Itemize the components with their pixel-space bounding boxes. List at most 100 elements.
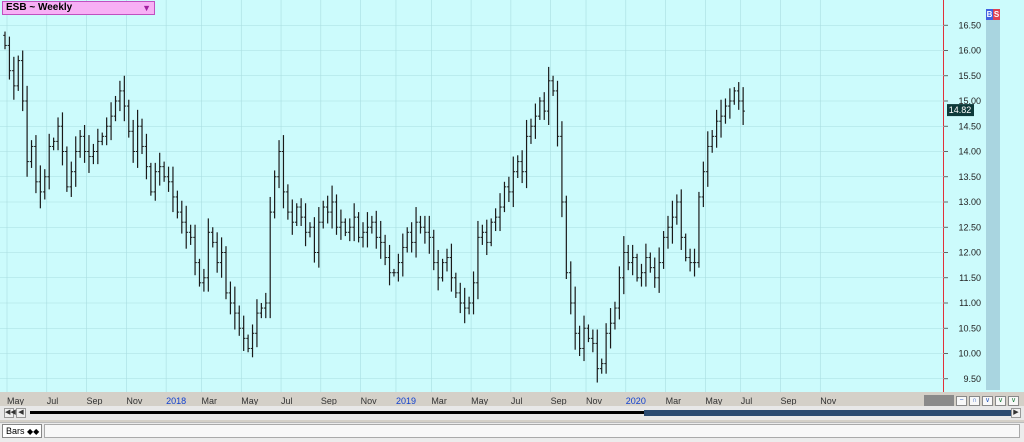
ohlc-bar [259, 303, 264, 319]
scroll-left-icon[interactable]: ◀ [16, 408, 26, 418]
ohlc-bar [484, 219, 489, 256]
ohlc-bar [551, 75, 555, 96]
ohlc-bar [436, 249, 440, 291]
ohlc-bar [268, 196, 272, 319]
zoom-in-icon[interactable]: ∩ [969, 396, 980, 406]
ohlc-bar [630, 244, 635, 276]
ohlc-bar [675, 194, 679, 225]
ohlc-bar [365, 212, 370, 248]
ohlc-bar [666, 215, 670, 249]
reset-view-icon[interactable]: ∨ [1008, 396, 1019, 406]
ohlc-bar [564, 195, 569, 280]
ohlc-bar [577, 325, 582, 357]
triangle-down-icon[interactable]: ▼ [142, 2, 151, 14]
ohlc-bar [458, 282, 463, 314]
ohlc-bar [714, 109, 719, 148]
scroll-right-icon[interactable]: ▶ [1011, 408, 1021, 418]
ohlc-bar [498, 193, 502, 232]
y-tick-label: 10.00 [958, 349, 981, 359]
ohlc-bar [135, 109, 140, 168]
ohlc-bar [692, 248, 697, 277]
x-tick-label: Mar [666, 396, 682, 405]
ohlc-bar [308, 222, 312, 238]
ohlc-bar [126, 99, 131, 138]
ohlc-bar [330, 185, 334, 229]
ohlc-bar [719, 99, 723, 138]
ohlc-bar [51, 137, 56, 151]
ohlc-bar [104, 117, 109, 146]
scroll-to-start-icon[interactable]: ◀◀ [4, 408, 16, 418]
ohlc-bar [622, 236, 626, 295]
ohlc-bar [401, 233, 405, 277]
symbol-label: ESB ~ Weekly [6, 2, 73, 13]
scroll-thumb[interactable] [644, 410, 1020, 416]
ohlc-chart: 9.50 10.00 10.50 11.00 11.50 12.00 12.50 13.00 1… [0, 0, 981, 405]
ohlc-bar [529, 118, 533, 144]
ohlc-bar [732, 87, 737, 105]
ohlc-bar [617, 266, 622, 320]
ohlc-bar [34, 135, 38, 194]
ohlc-bar [414, 207, 418, 258]
chevron-down-icon[interactable]: ∨ [982, 396, 993, 406]
ohlc-bar [118, 80, 122, 112]
ohlc-bar [312, 217, 317, 263]
ohlc-bar [573, 286, 577, 350]
ohlc-bar [635, 253, 639, 282]
ohlc-bar [445, 248, 449, 272]
ohlc-bar [644, 243, 648, 287]
ohlc-bar [705, 131, 710, 187]
y-tick-label: 13.00 [958, 197, 981, 207]
ohlc-bar [586, 324, 591, 343]
ohlc-bar [370, 215, 374, 234]
chart-style-tab[interactable]: Bars ◆◆ [2, 424, 42, 438]
sell-button[interactable]: S [993, 9, 1000, 20]
status-field [44, 424, 1020, 438]
ohlc-bar [210, 227, 215, 248]
x-tick-label: Nov [586, 396, 603, 405]
ohlc-bar [16, 55, 21, 91]
x-tick-label: 2020 [626, 396, 646, 405]
ohlc-bar [462, 287, 467, 324]
ohlc-bar [670, 200, 675, 244]
y-tick-label: 13.50 [958, 172, 981, 182]
ohlc-bar [661, 231, 666, 269]
scroll-corner [924, 395, 954, 406]
x-tick-label: Sep [551, 396, 567, 405]
vertical-scrollbar[interactable] [986, 20, 1000, 390]
ohlc-bar [299, 198, 303, 226]
y-tick-label: 14.00 [958, 147, 981, 157]
link-icon: ◆◆ [27, 427, 40, 436]
y-tick-label: 11.50 [959, 273, 981, 283]
buy-button[interactable]: B [986, 9, 993, 20]
x-tick-label: May [705, 396, 723, 405]
ohlc-bar [427, 215, 432, 254]
ohlc-bar [47, 133, 51, 190]
y-tick-label: 16.00 [958, 46, 981, 56]
ohlc-bar [423, 215, 427, 244]
last-price-label: 14.82 [949, 105, 972, 115]
symbol-selector[interactable]: ESB ~ Weekly ▼ [2, 1, 155, 15]
ohlc-bar [396, 253, 401, 282]
ohlc-bar [290, 199, 295, 235]
y-tick-label: 12.00 [958, 248, 981, 258]
ohlc-bar [237, 305, 242, 336]
ohlc-bar [321, 200, 326, 229]
x-tick-label: Sep [781, 396, 797, 405]
ohlc-bar [626, 244, 631, 271]
ohlc-bar [480, 224, 485, 245]
ohlc-bar [679, 189, 684, 250]
ohlc-bar [96, 128, 100, 165]
ohlc-bar [281, 135, 286, 209]
chevron-up-icon[interactable]: ∨ [995, 396, 1006, 406]
ohlc-bar [493, 208, 498, 232]
ohlc-bar [197, 258, 202, 287]
ohlc-bar [157, 152, 162, 186]
zoom-out-icon[interactable]: − [956, 396, 967, 406]
ohlc-bar [378, 220, 383, 259]
x-tick-label: Sep [321, 396, 337, 405]
x-tick-label: Jul [281, 396, 293, 405]
ohlc-bar [339, 209, 343, 240]
ohlc-bar [418, 215, 423, 234]
ohlc-bar [568, 261, 573, 315]
ohlc-bar [140, 118, 144, 155]
